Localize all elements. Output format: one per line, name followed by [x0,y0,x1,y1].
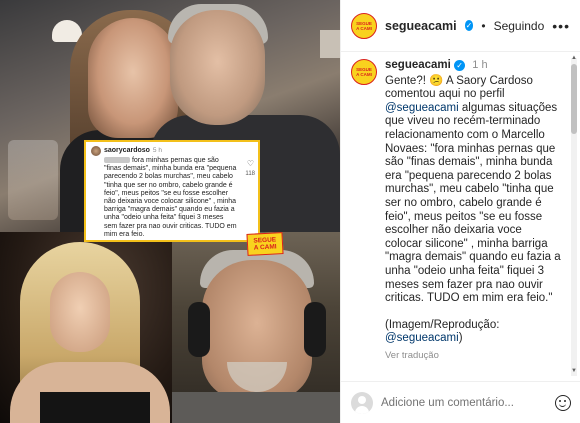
face-shape [50,272,110,352]
woman-portrait-photo [0,232,172,423]
credit-end: ) [458,332,463,345]
dress-shape [40,392,150,423]
mention-link[interactable]: @segueacami [385,102,459,114]
following-button[interactable]: Seguindo [494,19,545,33]
comment-input[interactable] [381,396,541,409]
post-header: SEGUE A CAMI segueacami ✓ • Seguindo ••• [341,0,580,52]
comment-username: saorycardoso [104,146,150,154]
wine-glass-shape [8,140,58,220]
avatar [91,146,101,156]
man-face-shape [170,10,265,125]
caption-body-start: Gente?! 😕 A Saory Cardoso comentou aqui … [385,74,533,101]
comment-text: fora minhas pernas que são "finas demais… [91,157,253,239]
embedded-comment-screenshot: saorycardoso 5 h fora minhas pernas que … [84,140,260,242]
comment-time: 5 h [152,146,162,154]
scrollbar-thumb[interactable] [571,64,577,134]
headphone-right-shape [304,302,326,357]
account-handle[interactable]: segueacami [385,19,457,33]
avatar-line: A CAMI [356,72,372,77]
caption-section: SEGUE A CAMI segueacami ✓ 1 h Gente?! 😕 … [341,53,571,373]
more-options-icon[interactable]: ••• [552,18,570,34]
caption-username[interactable]: segueacami [385,59,451,71]
caption-text: segueacami ✓ 1 h Gente?! 😕 A Saory Cardo… [385,59,561,362]
like-count: 118 [245,171,255,177]
post-media[interactable]: saorycardoso 5 h fora minhas pernas que … [0,0,340,423]
headphone-left-shape [188,302,210,357]
heart-icon: ♡ [246,159,254,168]
caption-body-end: algumas situações que viveu no recém-ter… [385,101,561,305]
comment-header: saorycardoso 5 h [91,146,253,156]
scroll-down-icon[interactable]: ▼ [571,368,577,374]
verified-badge-icon: ✓ [454,60,466,71]
credit-start: (Imagem/Reprodução: [385,318,500,331]
image-credit: (Imagem/Reprodução: @segueacami) [385,319,561,346]
separator-dot: • [481,18,486,33]
woman-face-shape [88,18,178,138]
caption-row: SEGUE A CAMI segueacami ✓ 1 h Gente?! 😕 … [351,59,561,362]
avatar[interactable]: SEGUE A CAMI [351,12,377,39]
segue-a-cami-logo: SEGUE A CAMI [246,232,284,256]
see-translation-link[interactable]: Ver tradução [385,349,561,363]
caption-time[interactable]: 1 h [472,59,487,71]
post-sidebar: SEGUE A CAMI segueacami ✓ • Seguindo •••… [340,0,580,423]
man-selfie-photo [172,232,340,423]
redacted-mention [104,157,130,164]
emoji-icon[interactable] [555,394,571,411]
avatar[interactable]: SEGUE A CAMI [351,59,377,85]
logo-line: A CAMI [253,243,277,252]
avatar-line: A CAMI [356,25,372,31]
mention-link[interactable]: @segueacami [385,332,459,344]
avatar [351,391,373,414]
verified-badge-icon: ✓ [464,20,474,31]
comment-composer [341,381,580,423]
scroll-up-icon[interactable]: ▲ [571,55,577,61]
comment-body: fora minhas pernas que são "finas demais… [104,157,237,238]
shirt-shape [172,392,340,423]
caption-body: Gente?! 😕 A Saory Cardoso comentou aqui … [385,75,561,306]
window-shape [320,30,340,58]
